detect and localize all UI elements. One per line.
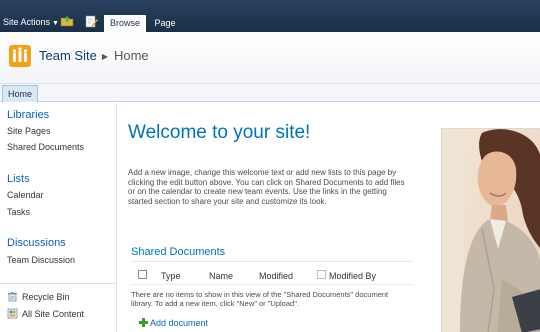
ql-heading-libraries[interactable]: Libraries bbox=[7, 109, 49, 121]
ql-item-tasks[interactable]: Tasks bbox=[7, 207, 30, 217]
edit-page-icon[interactable] bbox=[84, 14, 98, 28]
site-content-icon bbox=[7, 308, 18, 319]
column-header-divider bbox=[131, 284, 413, 285]
ql-recycle-bin-label: Recycle Bin bbox=[22, 292, 70, 302]
top-navigation: Home bbox=[0, 84, 540, 102]
welcome-text: Add a new image, change this welcome tex… bbox=[128, 168, 405, 206]
shared-documents-webpart-title[interactable]: Shared Documents bbox=[131, 246, 225, 258]
ql-all-site-content[interactable]: All Site Content bbox=[7, 308, 84, 319]
column-header-modified[interactable]: Modified bbox=[259, 271, 293, 281]
add-document-link[interactable]: Add document bbox=[139, 318, 208, 328]
webpart-title-divider bbox=[131, 261, 413, 262]
topnav-item-home[interactable]: Home bbox=[2, 85, 39, 102]
breadcrumb-arrow-icon: ▶ bbox=[101, 52, 108, 61]
tab-browse[interactable]: Browse bbox=[104, 15, 146, 32]
navigate-up-icon[interactable] bbox=[60, 14, 74, 28]
column-select-icon bbox=[317, 270, 326, 279]
ql-item-site-pages[interactable]: Site Pages bbox=[7, 126, 51, 136]
breadcrumb: Team Site ▶ Home bbox=[39, 48, 149, 63]
ql-item-team-discussion[interactable]: Team Discussion bbox=[7, 255, 75, 265]
ql-item-calendar[interactable]: Calendar bbox=[7, 190, 44, 200]
add-icon bbox=[139, 318, 148, 327]
site-logo-icon[interactable] bbox=[9, 45, 31, 67]
welcome-image bbox=[441, 128, 540, 332]
column-header-type[interactable]: Type bbox=[161, 271, 181, 281]
site-actions-menu[interactable]: Site Actions ▼ bbox=[3, 17, 59, 27]
chevron-down-icon: ▼ bbox=[52, 20, 59, 27]
page-title: Home bbox=[113, 48, 149, 63]
ql-recycle-bin[interactable]: Recycle Bin bbox=[7, 291, 70, 302]
ql-all-site-content-label: All Site Content bbox=[22, 309, 85, 319]
title-area: Team Site ▶ Home bbox=[0, 32, 540, 84]
site-title-link[interactable]: Team Site bbox=[39, 48, 97, 63]
column-header-name[interactable]: Name bbox=[209, 271, 233, 281]
tab-page[interactable]: Page bbox=[150, 15, 180, 32]
select-all-checkbox[interactable] bbox=[138, 270, 147, 279]
ql-heading-lists[interactable]: Lists bbox=[7, 173, 30, 185]
quick-launch: Libraries Site Pages Shared Documents Li… bbox=[0, 103, 117, 332]
ql-heading-discussions[interactable]: Discussions bbox=[7, 237, 66, 249]
site-actions-label: Site Actions bbox=[3, 17, 51, 27]
quick-launch-divider bbox=[0, 283, 116, 284]
welcome-heading: Welcome to your site! bbox=[128, 122, 311, 143]
recycle-bin-icon bbox=[8, 292, 17, 302]
ql-item-shared-documents[interactable]: Shared Documents bbox=[7, 142, 84, 152]
empty-list-message: There are no items to show in this view … bbox=[131, 290, 389, 308]
ribbon-bar: Site Actions ▼ Browse Page bbox=[0, 0, 540, 32]
add-document-label: Add document bbox=[150, 318, 209, 328]
column-header-modified-by[interactable]: Modified By bbox=[329, 271, 376, 281]
